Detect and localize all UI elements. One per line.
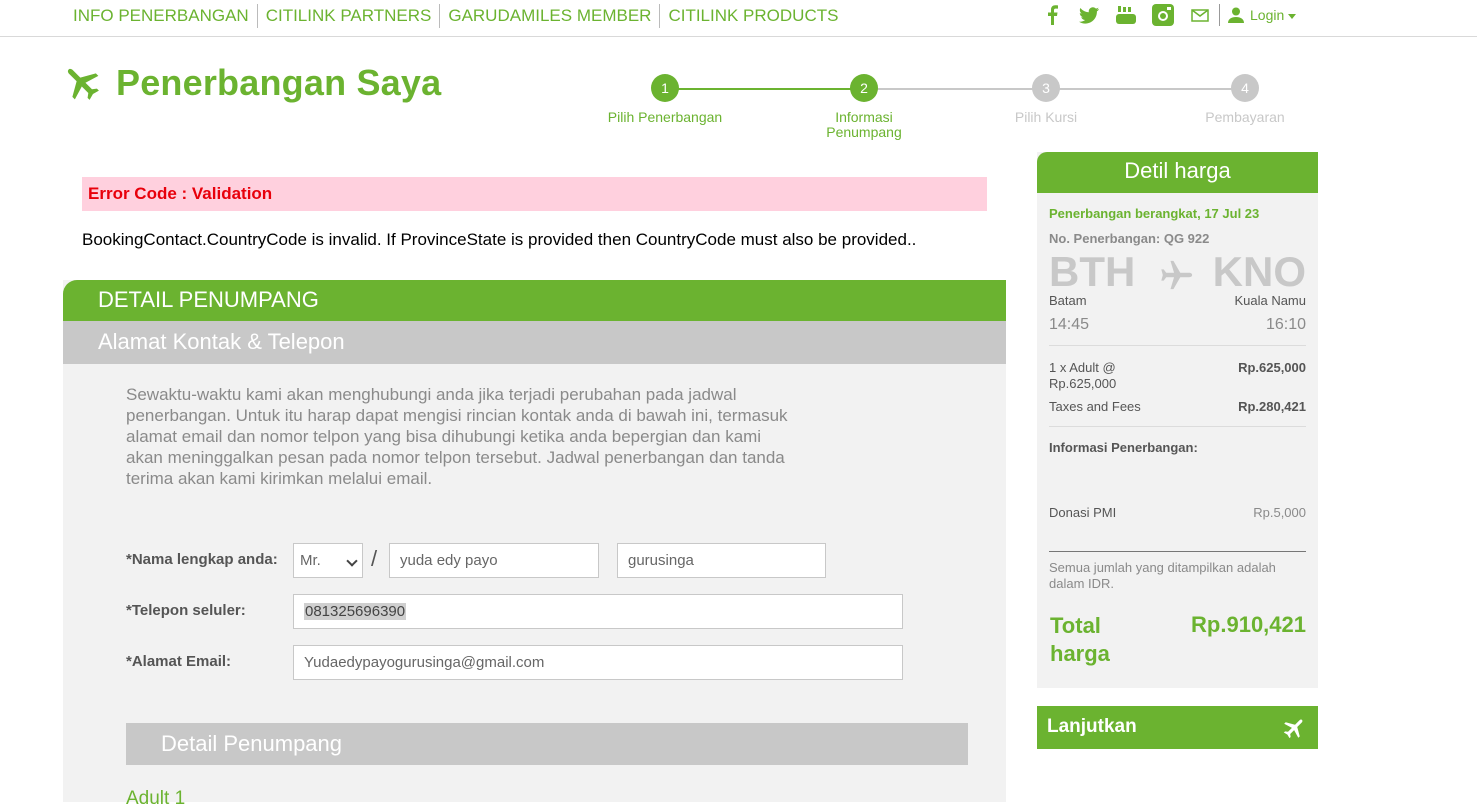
step-4: 4 Pembayaran xyxy=(1175,74,1315,125)
booking-steps: 1 Pilih Penerbangan 2 Informasi Penumpan… xyxy=(600,74,1300,144)
adult-fare-label: 1 x Adult @ Rp.625,000 xyxy=(1049,360,1117,391)
flight-number: No. Penerbangan: QG 922 xyxy=(1049,231,1210,246)
instagram-icon[interactable] xyxy=(1151,3,1175,27)
user-icon xyxy=(1228,7,1244,23)
last-name-input[interactable]: gurusinga xyxy=(617,543,826,578)
destination-code: KNO xyxy=(1212,248,1306,295)
name-separator: / xyxy=(371,546,378,571)
error-message: BookingContact.CountryCode is invalid. I… xyxy=(82,230,917,249)
origin-city: Batam xyxy=(1049,293,1087,308)
step-label: Informasi Penumpang xyxy=(826,109,902,140)
divider xyxy=(1219,4,1220,26)
contact-intro: Sewaktu-waktu kami akan menghubungi anda… xyxy=(126,385,788,488)
price-header-title: Detil harga xyxy=(1124,158,1231,183)
page-heading: Penerbangan Saya xyxy=(116,62,442,103)
airplane-icon xyxy=(1161,260,1193,290)
error-banner: Error Code : Validation xyxy=(82,177,987,211)
mail-icon[interactable] xyxy=(1188,3,1212,27)
taxes-label: Taxes and Fees xyxy=(1049,399,1141,414)
chevron-down-icon xyxy=(346,555,358,567)
flight-info-label: Informasi Penerbangan: xyxy=(1049,440,1198,455)
passenger-header-title: DETAIL PENUMPANG xyxy=(98,287,319,312)
error-code: Error Code : Validation xyxy=(88,184,273,203)
divider xyxy=(1049,551,1306,552)
arrival-time: 16:10 xyxy=(1265,316,1306,333)
passenger-detail-title: Detail Penumpang xyxy=(161,731,343,756)
total-label: Total harga xyxy=(1050,613,1110,666)
email-label: *Alamat Email: xyxy=(126,653,232,670)
nav-info-penerbangan[interactable]: INFO PENERBANGAN xyxy=(65,4,258,28)
divider xyxy=(1049,345,1306,346)
top-nav: INFO PENERBANGAN CITILINK PARTNERS GARUD… xyxy=(65,4,846,28)
passenger-detail-bar: Detail Penumpang xyxy=(126,723,968,765)
nav-citilink-products[interactable]: CITILINK PRODUCTS xyxy=(660,4,846,28)
step-3: 3 Pilih Kursi xyxy=(976,74,1116,125)
twitter-icon[interactable] xyxy=(1077,3,1101,27)
step-label: Pilih Kursi xyxy=(1014,109,1078,125)
currency-note: Semua jumlah yang ditampilkan adalah dal… xyxy=(1049,560,1276,591)
top-bar: INFO PENERBANGAN CITILINK PARTNERS GARUD… xyxy=(0,0,1477,37)
facebook-icon[interactable] xyxy=(1040,3,1064,27)
step-label: Pembayaran xyxy=(1205,109,1285,125)
nav-garudamiles-member[interactable]: GARUDAMILES MEMBER xyxy=(440,4,661,28)
departure-date: Penerbangan berangkat, 17 Jul 23 xyxy=(1049,206,1260,221)
contact-header: Alamat Kontak & Telepon xyxy=(63,321,1006,364)
page-title: Penerbangan Saya xyxy=(62,62,441,104)
donation-amount: Rp.5,000 xyxy=(1253,505,1306,520)
step-number: 4 xyxy=(1231,74,1259,102)
title-select[interactable]: Mr. xyxy=(293,543,363,578)
departure-time: 14:45 xyxy=(1049,316,1090,333)
email-input[interactable]: Yudaedypayogurusinga@gmail.com xyxy=(293,645,903,680)
step-label: Pilih Penerbangan xyxy=(607,109,723,125)
login-label: Login xyxy=(1250,7,1285,23)
adult-fare-amount: Rp.625,000 xyxy=(1238,360,1306,375)
title-select-value: Mr. xyxy=(300,552,321,569)
airplane-icon xyxy=(1283,719,1303,739)
caret-down-icon xyxy=(1288,13,1297,19)
name-label: *Nama lengkap anda: xyxy=(126,551,278,568)
phone-value: 081325696390 xyxy=(304,603,407,620)
phone-input[interactable]: 081325696390 xyxy=(293,594,903,629)
passenger-panel: DETAIL PENUMPANG Alamat Kontak & Telepon… xyxy=(63,280,1006,809)
contact-header-title: Alamat Kontak & Telepon xyxy=(98,329,345,354)
step-2: 2 Informasi Penumpang xyxy=(794,74,934,140)
step-number: 2 xyxy=(850,74,878,102)
step-number: 3 xyxy=(1032,74,1060,102)
divider xyxy=(1049,426,1306,427)
adult-1-label: Adult 1 xyxy=(126,788,186,809)
step-number: 1 xyxy=(651,74,679,102)
login-menu[interactable]: Login xyxy=(1228,7,1297,23)
passenger-header: DETAIL PENUMPANG xyxy=(63,280,1006,321)
donation-label: Donasi PMI xyxy=(1049,505,1117,520)
phone-label: *Telepon seluler: xyxy=(126,602,246,619)
first-name-input[interactable]: yuda edy payo xyxy=(389,543,599,578)
destination-city: Kuala Namu xyxy=(1234,293,1306,308)
social-links: Login xyxy=(1040,2,1297,28)
youtube-icon[interactable] xyxy=(1114,3,1138,27)
nav-citilink-partners[interactable]: CITILINK PARTNERS xyxy=(258,4,441,28)
step-1: 1 Pilih Penerbangan xyxy=(595,74,735,125)
price-panel: Detil harga Penerbangan berangkat, 17 Ju… xyxy=(1037,152,1318,688)
airplane-icon xyxy=(67,68,99,100)
taxes-amount: Rp.280,421 xyxy=(1238,399,1306,414)
origin-code: BTH xyxy=(1049,248,1136,295)
total-amount: Rp.910,421 xyxy=(1191,612,1306,637)
continue-button[interactable]: Lanjutkan xyxy=(1037,706,1318,749)
continue-label: Lanjutkan xyxy=(1047,716,1137,737)
price-header: Detil harga xyxy=(1037,152,1318,193)
